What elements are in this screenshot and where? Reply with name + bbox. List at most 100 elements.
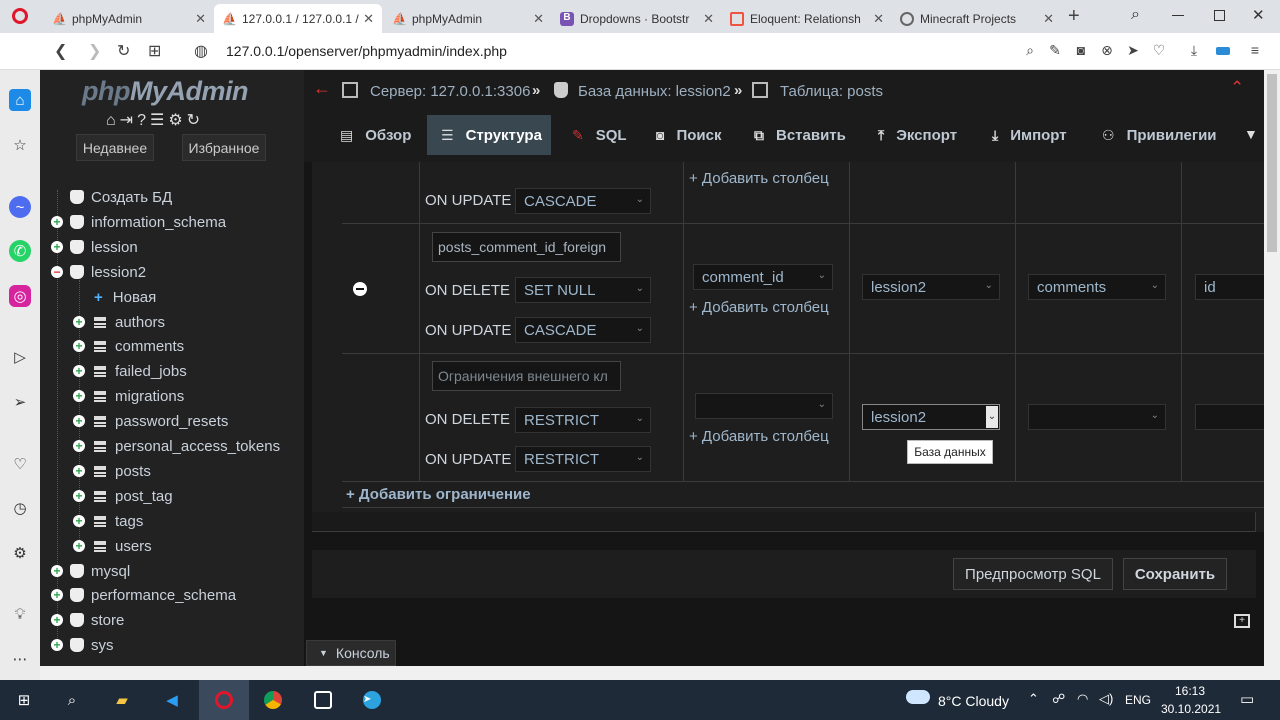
maximize-window-icon[interactable] xyxy=(1214,10,1225,21)
add-constraint-link[interactable]: + Добавить ограничение xyxy=(346,486,531,503)
clock-date[interactable]: 30.10.2021 xyxy=(1161,702,1221,716)
network-icon[interactable]: ☍ xyxy=(1052,691,1065,707)
row2-database-select[interactable]: lession2 ⌄ xyxy=(862,404,1000,430)
expand-icon[interactable]: + xyxy=(73,515,85,527)
tree-item-lession[interactable]: lession xyxy=(70,236,138,258)
tab-import[interactable]: ⤓ Импорт xyxy=(992,115,1067,155)
breadcrumb-database[interactable]: База данных: lession2 xyxy=(578,83,731,100)
constraint-name-input[interactable]: posts_comment_id_foreign xyxy=(432,232,621,262)
weather-text[interactable]: 8°C Cloudy xyxy=(938,693,1009,709)
browser-tab-4[interactable]: B Dropdowns · Bootstr ✕ xyxy=(552,4,722,33)
instagram-icon[interactable]: ◎ xyxy=(9,285,31,307)
tree-item-personal_access_tokens[interactable]: personal_access_tokens xyxy=(94,435,280,457)
favorites-button[interactable]: Избранное xyxy=(182,134,266,161)
expand-panel-icon[interactable]: + xyxy=(1234,614,1250,628)
edit-icon[interactable]: ✎ xyxy=(1046,42,1064,60)
vertical-scrollbar[interactable] xyxy=(1264,70,1280,666)
close-tab-icon[interactable]: ✕ xyxy=(703,11,714,27)
expand-icon[interactable]: + xyxy=(73,490,85,502)
collapse-nav-icon[interactable]: ← xyxy=(313,78,331,99)
row1-column-select[interactable]: comment_id ⌄ xyxy=(693,264,833,290)
tab-search[interactable]: ◙ Поиск xyxy=(656,115,721,155)
close-tab-icon[interactable]: ✕ xyxy=(1043,11,1054,27)
opera-icon[interactable] xyxy=(212,688,236,712)
settings-icon[interactable]: ⚙ xyxy=(168,112,186,129)
more-icon[interactable]: ⋯ xyxy=(9,648,31,670)
tab-export[interactable]: ⤒ Экспорт xyxy=(878,115,957,155)
browser-tab-6[interactable]: Minecraft Projects ✕ xyxy=(892,4,1062,33)
expand-icon[interactable]: + xyxy=(51,614,63,626)
phpmyadmin-logo[interactable]: phpMyAdmin xyxy=(82,76,248,107)
logout-icon[interactable]: ⇥ xyxy=(120,112,137,129)
tree-item-store[interactable]: store xyxy=(70,609,124,631)
close-tab-icon[interactable]: ✕ xyxy=(533,11,544,27)
constraint-name-input[interactable]: Ограничения внешнего кл xyxy=(432,361,621,391)
tree-item-post_tag[interactable]: post_tag xyxy=(94,485,173,507)
tree-item-sys[interactable]: sys xyxy=(70,634,114,656)
collapse-icon[interactable]: − xyxy=(51,266,63,278)
expand-icon[interactable]: + xyxy=(73,415,85,427)
camera-icon[interactable]: ◙ xyxy=(1072,42,1090,60)
back-icon[interactable]: ❮ xyxy=(54,41,67,61)
browser-tab-2[interactable]: ⛵ 127.0.0.1 / 127.0.0.1 / ✕ xyxy=(214,4,382,33)
breadcrumb-server[interactable]: Сервер: 127.0.0.1:3306 xyxy=(370,83,530,100)
menu-icon[interactable]: ≡ xyxy=(1246,42,1264,60)
row1-ref-column-select[interactable]: id xyxy=(1195,274,1264,300)
row0-on-update-select[interactable]: CASCADE ⌄ xyxy=(515,188,651,214)
tab-structure[interactable]: ☰ Структура xyxy=(427,115,551,155)
battery-icon[interactable] xyxy=(1214,42,1232,60)
url-text[interactable]: 127.0.0.1/openserver/phpmyadmin/index.ph… xyxy=(226,43,507,59)
download-icon[interactable]: ⤓ xyxy=(1185,42,1203,60)
flow-icon[interactable]: ➢ xyxy=(9,391,31,413)
collapse-top-icon[interactable]: ⌃ xyxy=(1230,78,1244,98)
add-column-link[interactable]: + Добавить столбец xyxy=(689,170,829,187)
tips-icon[interactable]: 💡︎ xyxy=(9,603,31,625)
reload-icon[interactable]: ↻ xyxy=(117,41,130,61)
tab-sql[interactable]: ✎ SQL xyxy=(572,115,627,155)
search-icon[interactable]: ⌕ xyxy=(60,688,84,712)
tree-item-mysql[interactable]: mysql xyxy=(70,560,130,582)
chrome-icon[interactable] xyxy=(261,688,285,712)
wifi-icon[interactable]: ◠ xyxy=(1077,691,1088,707)
settings-icon[interactable]: ⚙ xyxy=(9,542,31,564)
history-icon[interactable]: ◷ xyxy=(9,497,31,519)
close-window-icon[interactable]: ✕ xyxy=(1252,6,1265,24)
expand-icon[interactable]: + xyxy=(73,340,85,352)
expand-icon[interactable]: + xyxy=(51,639,63,651)
speed-dial-icon[interactable]: ⊞ xyxy=(148,41,161,61)
windows-start-icon[interactable]: ⊞ xyxy=(12,688,36,712)
messenger-icon[interactable]: ~ xyxy=(9,196,31,218)
notifications-icon[interactable]: ▭ xyxy=(1240,690,1254,708)
whatsapp-icon[interactable]: ✆ xyxy=(9,240,31,262)
tree-item-migrations[interactable]: migrations xyxy=(94,385,184,407)
minimize-window-icon[interactable] xyxy=(1172,15,1184,16)
expand-icon[interactable]: + xyxy=(73,465,85,477)
row2-column-select[interactable]: ⌄ xyxy=(695,393,833,419)
player-icon[interactable]: ▷ xyxy=(9,346,31,368)
tree-item-failed_jobs[interactable]: failed_jobs xyxy=(94,360,187,382)
clock-time[interactable]: 16:13 xyxy=(1175,684,1205,698)
console-toggle[interactable]: ▼ Консоль xyxy=(306,640,396,666)
help-icon[interactable]: ? xyxy=(137,112,150,129)
tree-item-новая[interactable]: + Новая xyxy=(94,286,156,308)
docs-icon[interactable]: ☰ xyxy=(150,112,168,129)
zoom-icon[interactable]: ⌕ xyxy=(1021,42,1039,60)
site-info-icon[interactable]: ◍ xyxy=(194,41,208,61)
recent-button[interactable]: Недавнее xyxy=(76,134,154,161)
add-column-link[interactable]: + Добавить столбец xyxy=(689,299,829,316)
more-menu-icon[interactable]: ▼ xyxy=(1244,126,1258,142)
row1-on-delete-select[interactable]: SET NULL ⌄ xyxy=(515,277,651,303)
tab-insert[interactable]: ⧉ Вставить xyxy=(754,115,846,155)
save-button[interactable]: Сохранить xyxy=(1123,558,1227,590)
expand-icon[interactable]: + xyxy=(73,316,85,328)
browser-tab-5[interactable]: Eloquent: Relationsh ✕ xyxy=(722,4,892,33)
send-icon[interactable]: ➤ xyxy=(1124,42,1142,60)
close-tab-icon[interactable]: ✕ xyxy=(873,11,884,27)
expand-icon[interactable]: + xyxy=(51,565,63,577)
browser-tab-1[interactable]: ⛵ phpMyAdmin ✕ xyxy=(44,4,214,33)
telegram-icon[interactable]: ➤ xyxy=(360,688,384,712)
expand-icon[interactable]: + xyxy=(51,216,63,228)
close-tab-icon[interactable]: ✕ xyxy=(195,11,206,27)
tree-item-password_resets[interactable]: password_resets xyxy=(94,410,228,432)
browser-tab-3[interactable]: ⛵ phpMyAdmin ✕ xyxy=(384,4,552,33)
